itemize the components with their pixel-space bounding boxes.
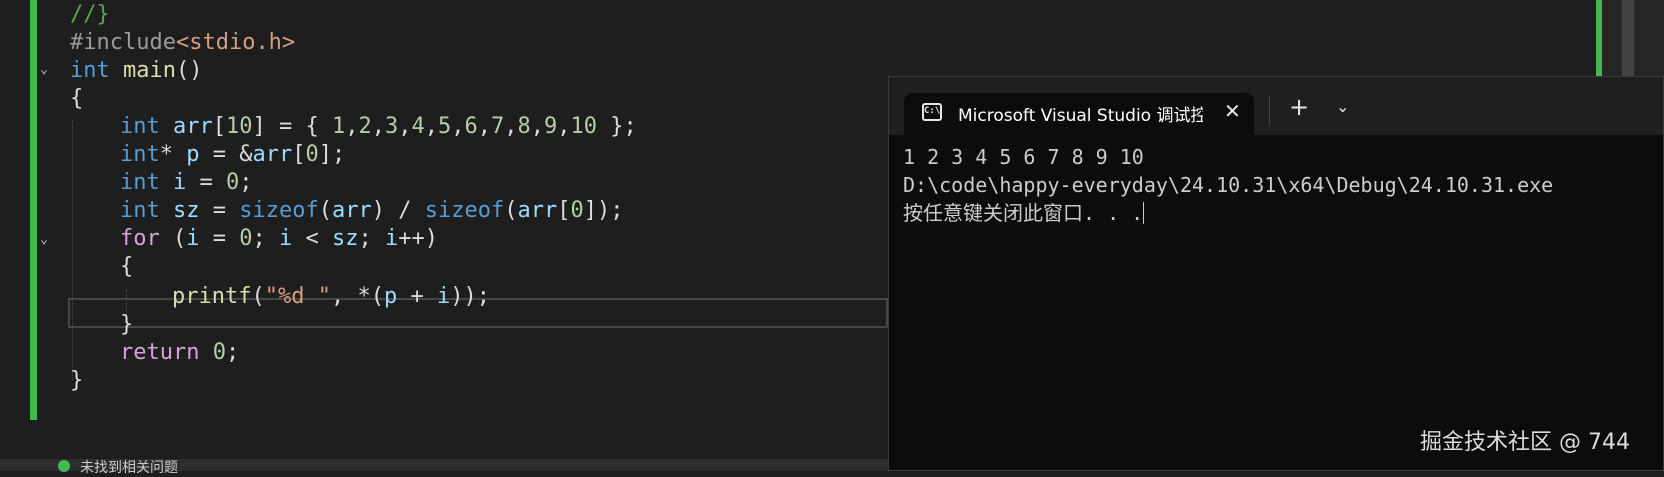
watermark: 掘金技术社区 @ 744 — [1420, 430, 1630, 455]
debug-console-window[interactable]: C:\ Microsoft Visual Studio 调试控制台 ✕ + ⌄ … — [888, 76, 1664, 471]
code-line-5[interactable]: int arr[10] = { 1,2,3,4,5,6,7,8,9,10 }; — [120, 112, 637, 142]
plus-icon[interactable]: + — [1289, 93, 1309, 121]
indent-guide — [72, 120, 73, 380]
close-icon[interactable]: ✕ — [1224, 99, 1241, 123]
code-line-7[interactable]: int i = 0; — [120, 168, 253, 198]
tab-separator — [1269, 95, 1270, 125]
status-message: 未找到相关问题 — [80, 460, 178, 476]
code-line-11[interactable]: printf("%d ", *(p + i)); — [172, 282, 490, 312]
code-line-3[interactable]: int main() — [70, 56, 202, 86]
code-line-9[interactable]: for (i = 0; i < sz; i++) — [120, 224, 438, 254]
code-line-6[interactable]: int* p = &arr[0]; — [120, 140, 345, 170]
code-line-12[interactable]: } — [120, 310, 133, 340]
console-output-line: D:\code\happy-everyday\24.10.31\x64\Debu… — [903, 173, 1554, 197]
text-cursor — [1143, 202, 1145, 224]
code-line-10[interactable]: { — [120, 252, 133, 282]
tab-title: Microsoft Visual Studio 调试控制台 — [958, 106, 1203, 126]
terminal-tab[interactable]: C:\ Microsoft Visual Studio 调试控制台 ✕ — [904, 93, 1254, 135]
code-line-4[interactable]: { — [70, 84, 83, 114]
scrollbar-thumb[interactable] — [1622, 0, 1634, 78]
chevron-down-icon[interactable]: ⌄ — [1336, 97, 1349, 116]
code-line-14[interactable]: } — [70, 366, 83, 396]
console-output-line: 1 2 3 4 5 6 7 8 9 10 — [903, 145, 1144, 169]
code-line-1[interactable]: //} — [70, 0, 110, 30]
console-prompt-text: 按任意键关闭此窗口. . . — [903, 201, 1144, 225]
check-circle-icon — [58, 460, 70, 472]
code-line-2[interactable]: #include<stdio.h> — [70, 28, 295, 58]
fold-chevron-icon[interactable]: ⌄ — [40, 233, 54, 247]
console-icon: C:\ — [922, 103, 942, 121]
editor-gutter — [0, 0, 30, 420]
terminal-tab-bar: C:\ Microsoft Visual Studio 调试控制台 ✕ + ⌄ — [889, 77, 1663, 135]
console-output-line: 按任意键关闭此窗口. . . — [903, 199, 1145, 227]
change-indicator-bar — [30, 0, 37, 420]
code-line-13[interactable]: return 0; — [120, 338, 239, 368]
fold-chevron-icon[interactable]: ⌄ — [40, 63, 54, 77]
error-status-bar: 未找到相关问题 — [0, 459, 900, 476]
code-line-8[interactable]: int sz = sizeof(arr) / sizeof(arr[0]); — [120, 196, 623, 226]
